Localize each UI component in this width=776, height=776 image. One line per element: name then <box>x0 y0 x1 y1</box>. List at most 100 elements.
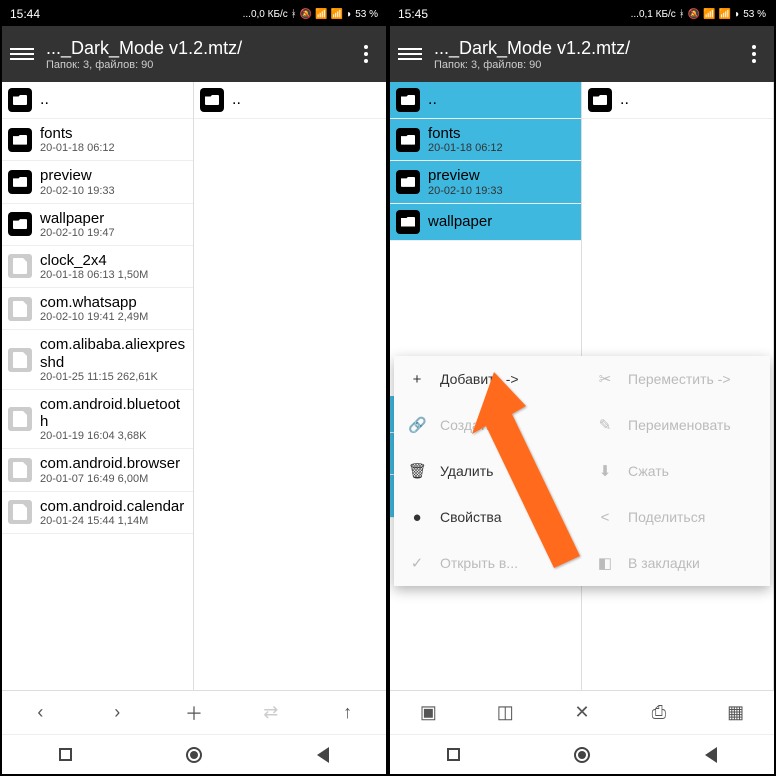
list-item[interactable]: clock_2x420-01-18 06:13 1,50M <box>2 246 193 288</box>
item-meta: 20-01-24 15:44 1,14M <box>40 515 187 527</box>
phone-left: 15:44 ...0,0 КБ/с ᚼ 🔕 📶 📶 ◗ 53 % ..._Dar… <box>0 0 388 776</box>
item-name: com.android.calendar <box>40 498 187 515</box>
menu-item: ✎Переименовать <box>582 402 770 448</box>
invert-button[interactable]: ▦ <box>697 691 774 734</box>
menu-item: ◧ В закладки <box>582 540 770 586</box>
up-row[interactable]: .. <box>2 82 193 119</box>
menu-label: Переименовать <box>628 417 731 433</box>
battery-icon: ◗ <box>346 9 352 20</box>
menu-icon: ✓ <box>408 554 426 572</box>
item-name: clock_2x4 <box>40 252 187 269</box>
bottom-toolbar: ▣ ◫ ✕ ⎙ ▦ <box>390 690 774 734</box>
item-name: fonts <box>428 125 575 142</box>
up-label: .. <box>620 91 629 109</box>
menu-label: Создать -> <box>440 417 510 433</box>
status-bar: 15:45 ...0,1 КБ/с ᚼ 🔕 📶 📶 ◗ 53 % <box>390 2 774 26</box>
menu-item: <Поделиться <box>582 494 770 540</box>
signal-icon: 📶 <box>703 9 715 20</box>
list-item[interactable]: preview20-02-10 19:33 <box>390 161 581 203</box>
network-speed: ...0,0 КБ/с <box>243 9 288 20</box>
home-button[interactable] <box>186 747 202 763</box>
pane-right[interactable]: .. <box>194 82 386 690</box>
item-meta: 20-02-10 19:41 2,49M <box>40 311 187 323</box>
menu-icon: ◧ <box>596 554 614 572</box>
home-button[interactable] <box>574 747 590 763</box>
dnd-icon: 🔕 <box>688 9 700 20</box>
overflow-icon[interactable] <box>742 45 766 63</box>
clock: 15:44 <box>10 7 40 21</box>
menu-icon: ✂ <box>596 370 614 388</box>
select-all-button[interactable]: ▣ <box>390 691 467 734</box>
list-item[interactable]: fonts20-01-18 06:12 <box>2 119 193 161</box>
item-name: wallpaper <box>40 210 187 227</box>
recent-button[interactable] <box>59 748 72 761</box>
list-item[interactable]: wallpaper20-02-10 19:47 <box>2 204 193 246</box>
list-item[interactable]: com.android.bluetooth20-01-19 16:04 3,68… <box>2 390 193 450</box>
wifi-icon: 📶 <box>719 9 731 20</box>
file-icon <box>8 407 32 431</box>
folder-icon <box>8 88 32 112</box>
list-item[interactable]: com.android.calendar20-01-24 15:44 1,14M <box>2 492 193 534</box>
folder-icon <box>396 128 420 152</box>
list-item[interactable]: preview20-02-10 19:33 <box>2 161 193 203</box>
compare-button[interactable]: ⎙ <box>620 691 697 734</box>
menu-icon[interactable] <box>10 42 34 66</box>
item-name: com.android.bluetooth <box>40 396 187 431</box>
menu-item[interactable]: ● Свойства <box>394 494 582 540</box>
header-title: ..._Dark_Mode v1.2.mtz/ <box>46 38 354 59</box>
menu-item[interactable]: 🗑Удалить <box>394 448 582 494</box>
back-nav-button[interactable] <box>317 747 329 763</box>
menu-item: ✓Открыть в... <box>394 540 582 586</box>
menu-icon: 🔗 <box>408 416 426 434</box>
add-button[interactable]: ＋ <box>156 691 233 734</box>
file-icon <box>8 254 32 278</box>
recent-button[interactable] <box>447 748 460 761</box>
back-nav-button[interactable] <box>705 747 717 763</box>
folder-icon <box>8 170 32 194</box>
menu-label: В закладки <box>628 555 700 571</box>
select-none-button[interactable]: ◫ <box>467 691 544 734</box>
overflow-icon[interactable] <box>354 45 378 63</box>
back-button[interactable]: ‹ <box>2 691 79 734</box>
menu-label: Свойства <box>440 509 501 525</box>
forward-button[interactable]: › <box>79 691 156 734</box>
wifi-icon: 📶 <box>331 9 343 20</box>
bottom-toolbar: ‹ › ＋ ⇄ ↑ <box>2 690 386 734</box>
menu-icon: < <box>596 509 614 526</box>
item-meta: 20-01-18 06:13 1,50M <box>40 269 187 281</box>
list-item[interactable]: com.android.browser20-01-07 16:49 6,00M <box>2 449 193 491</box>
item-meta: 20-02-10 19:33 <box>40 185 187 197</box>
up-label: .. <box>40 91 49 109</box>
up-row[interactable]: .. <box>194 82 386 119</box>
list-item[interactable]: wallpaper <box>390 204 581 241</box>
item-name: com.android.browser <box>40 455 187 472</box>
menu-icon: ● <box>408 509 426 526</box>
menu-item: 🔗 Создать -> <box>394 402 582 448</box>
folder-icon <box>396 170 420 194</box>
menu-label: Переместить -> <box>628 371 731 387</box>
item-meta: 20-01-25 11:15 262,61K <box>40 371 187 383</box>
list-item[interactable]: com.alibaba.aliexpresshd20-01-25 11:15 2… <box>2 330 193 390</box>
menu-label: Удалить <box>440 463 493 479</box>
list-item[interactable]: com.whatsapp20-02-10 19:41 2,49M <box>2 288 193 330</box>
header-title: ..._Dark_Mode v1.2.mtz/ <box>434 38 742 59</box>
menu-icon: ⬇ <box>596 462 614 480</box>
menu-item[interactable]: +Добавить -> <box>394 356 582 402</box>
cancel-button[interactable]: ✕ <box>544 691 621 734</box>
file-icon <box>8 348 32 372</box>
item-name: wallpaper <box>428 213 575 230</box>
folder-icon <box>8 128 32 152</box>
menu-label: Сжать <box>628 463 669 479</box>
item-meta: 20-01-18 06:12 <box>428 142 575 154</box>
file-icon <box>8 500 32 524</box>
folder-icon <box>588 88 612 112</box>
swap-button[interactable]: ⇄ <box>232 691 309 734</box>
context-menu: +Добавить -> ✂ Переместить -> 🔗 Создать -> ✎П… <box>394 356 770 586</box>
pane-left[interactable]: .. fonts20-01-18 06:12preview20-02-10 19… <box>2 82 194 690</box>
menu-icon[interactable] <box>398 42 422 66</box>
app-header: ..._Dark_Mode v1.2.mtz/ Папок: 3, файлов… <box>390 26 774 82</box>
up-row[interactable]: .. <box>582 82 773 119</box>
list-item[interactable]: fonts20-01-18 06:12 <box>390 119 581 161</box>
up-row[interactable]: .. <box>390 82 581 119</box>
up-button[interactable]: ↑ <box>309 691 386 734</box>
